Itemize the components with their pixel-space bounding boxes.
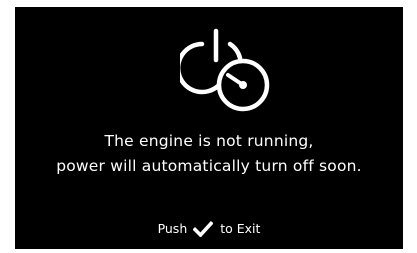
checkmark-icon [193, 220, 214, 237]
power-timer-icon [180, 28, 270, 112]
message-line-1: The engine is not running, [104, 132, 314, 150]
engine-off-notice-screen: The engine is not running, power will au… [15, 7, 403, 249]
exit-hint-prefix: Push [157, 221, 188, 236]
exit-hint-suffix: to Exit [220, 221, 261, 236]
message-line-2: power will automatically turn off soon. [56, 157, 362, 175]
exit-hint: Push to Exit [15, 220, 403, 237]
